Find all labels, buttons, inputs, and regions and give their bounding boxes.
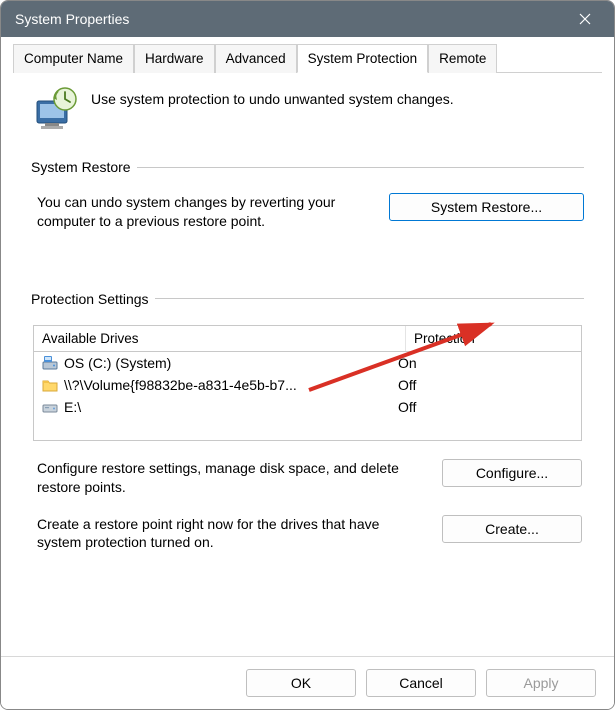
- tab-advanced[interactable]: Advanced: [215, 44, 297, 73]
- tab-remote[interactable]: Remote: [428, 44, 497, 73]
- tab-computer-name[interactable]: Computer Name: [13, 44, 134, 73]
- window-title: System Properties: [15, 11, 129, 27]
- drive-protection: Off: [398, 399, 573, 415]
- system-restore-button[interactable]: System Restore...: [389, 193, 584, 221]
- group-label-protection-settings: Protection Settings: [31, 291, 584, 307]
- system-properties-window: System Properties Computer Name Hardware…: [0, 0, 615, 710]
- tab-content: Use system protection to undo unwanted s…: [1, 73, 614, 656]
- apply-button[interactable]: Apply: [486, 669, 596, 697]
- close-icon: [579, 13, 591, 25]
- drive-protection: On: [398, 355, 573, 371]
- col-header-drives: Available Drives: [34, 326, 406, 351]
- disk-icon: [42, 399, 58, 415]
- create-description: Create a restore point right now for the…: [37, 515, 426, 553]
- table-row[interactable]: \\?\Volume{f98832be-a831-4e5b-b7... Off: [34, 374, 581, 396]
- table-row[interactable]: OS (C:) (System) On: [34, 352, 581, 374]
- drive-protection: Off: [398, 377, 573, 393]
- titlebar: System Properties: [1, 1, 614, 37]
- create-row: Create a restore point right now for the…: [37, 515, 582, 553]
- tab-strip: Computer Name Hardware Advanced System P…: [13, 43, 602, 73]
- tab-hardware[interactable]: Hardware: [134, 44, 215, 73]
- col-header-protection: Protection: [406, 326, 581, 351]
- disk-system-icon: [42, 355, 58, 371]
- table-row[interactable]: E:\ Off: [34, 396, 581, 418]
- group-label-system-restore: System Restore: [31, 159, 584, 175]
- cancel-button[interactable]: Cancel: [366, 669, 476, 697]
- drive-name: E:\: [64, 399, 81, 415]
- configure-button[interactable]: Configure...: [442, 459, 582, 487]
- drive-name: OS (C:) (System): [64, 355, 171, 371]
- intro-row: Use system protection to undo unwanted s…: [31, 85, 584, 133]
- folder-icon: [42, 377, 58, 393]
- restore-description: You can undo system changes by reverting…: [37, 193, 373, 231]
- drives-table-header: Available Drives Protection: [34, 326, 581, 352]
- restore-row: You can undo system changes by reverting…: [37, 193, 584, 231]
- tab-system-protection[interactable]: System Protection: [297, 44, 429, 73]
- dialog-footer: OK Cancel Apply: [1, 656, 614, 709]
- configure-description: Configure restore settings, manage disk …: [37, 459, 426, 497]
- configure-row: Configure restore settings, manage disk …: [37, 459, 582, 497]
- system-protection-icon: [31, 85, 79, 133]
- ok-button[interactable]: OK: [246, 669, 356, 697]
- intro-text: Use system protection to undo unwanted s…: [91, 85, 454, 107]
- drives-table: Available Drives Protection OS (C:) (Sys…: [33, 325, 582, 441]
- drive-name: \\?\Volume{f98832be-a831-4e5b-b7...: [64, 377, 297, 393]
- create-button[interactable]: Create...: [442, 515, 582, 543]
- close-button[interactable]: [564, 4, 606, 34]
